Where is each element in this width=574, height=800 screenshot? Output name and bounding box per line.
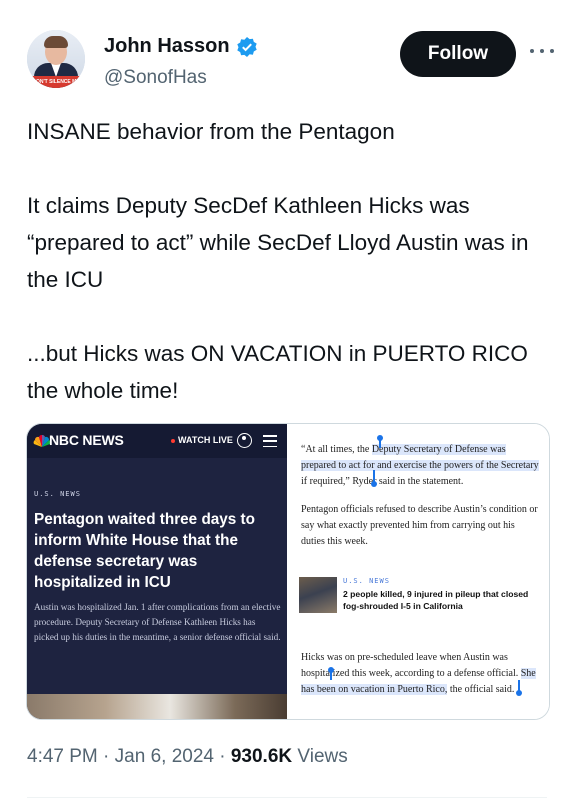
tweet-date[interactable]: Jan 6, 2024 bbox=[115, 746, 214, 767]
tweet-header: DON'T SILENCE ME John Hasson @SonofHas F… bbox=[27, 27, 554, 97]
avatar[interactable]: DON'T SILENCE ME bbox=[27, 30, 85, 88]
nbc-article-screenshot: NBC NEWS WATCH LIVE U.S. NEWS Pentagon w… bbox=[27, 424, 287, 719]
selection-caret-icon bbox=[330, 670, 332, 680]
article-paragraph-3: Hicks was on pre-scheduled leave when Au… bbox=[301, 652, 536, 695]
selection-caret-icon bbox=[379, 438, 381, 448]
tweet-media[interactable]: NBC NEWS WATCH LIVE U.S. NEWS Pentagon w… bbox=[26, 423, 550, 720]
views-label: Views bbox=[292, 746, 348, 767]
nbc-navbar: NBC NEWS WATCH LIVE bbox=[27, 424, 287, 458]
article-headline: Pentagon waited three days to inform Whi… bbox=[34, 511, 255, 591]
author-name-row[interactable]: John Hasson bbox=[104, 35, 258, 58]
selection-end-handle-icon bbox=[371, 481, 377, 487]
author-handle[interactable]: @SonofHas bbox=[104, 67, 207, 89]
article-paragraph-2: Pentagon officials refused to describe A… bbox=[301, 504, 538, 547]
related-article-card: U.S. NEWS 2 people killed, 9 injured in … bbox=[299, 577, 539, 613]
author-name[interactable]: John Hasson bbox=[104, 35, 230, 58]
more-options-icon[interactable] bbox=[530, 39, 554, 63]
related-article-kicker: U.S. NEWS bbox=[343, 577, 390, 585]
selection-end-handle-icon bbox=[516, 690, 522, 696]
tweet-text: INSANE behavior from the Pentagon It cla… bbox=[27, 119, 529, 403]
verified-badge-icon bbox=[236, 36, 257, 57]
divider bbox=[27, 797, 547, 798]
article-dek: Austin was hospitalized Jan. 1 after com… bbox=[34, 602, 281, 642]
article-text-screenshot: “At all times, the Deputy Secretary of D… bbox=[287, 424, 549, 719]
watch-live-label: WATCH LIVE bbox=[171, 435, 233, 445]
follow-button[interactable]: Follow bbox=[400, 31, 516, 77]
related-article-thumbnail bbox=[299, 577, 337, 613]
tweet-meta: 4:47 PM · Jan 6, 2024 · 930.6K Views bbox=[27, 746, 348, 767]
related-article-title: 2 people killed, 9 injured in pileup tha… bbox=[343, 589, 529, 611]
article-photo bbox=[27, 694, 287, 719]
section-label: U.S. NEWS bbox=[34, 490, 81, 498]
live-dot-icon bbox=[171, 438, 175, 443]
nbc-logo-text: NBC NEWS bbox=[49, 432, 124, 448]
tweet-time[interactable]: 4:47 PM bbox=[27, 746, 98, 767]
views-count[interactable]: 930.6K bbox=[231, 746, 292, 767]
user-icon bbox=[237, 433, 252, 448]
avatar-caption: DON'T SILENCE ME bbox=[27, 76, 85, 88]
menu-icon bbox=[263, 435, 277, 447]
article-paragraph-1: “At all times, the Deputy Secretary of D… bbox=[301, 444, 539, 487]
